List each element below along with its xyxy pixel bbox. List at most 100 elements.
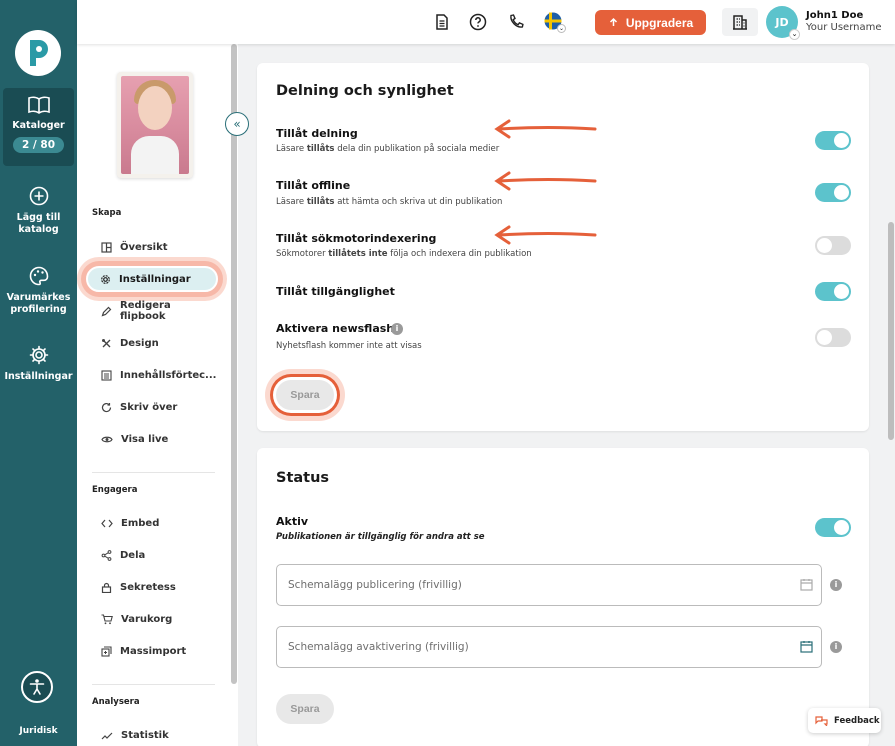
- avatar-initials: JD: [775, 15, 789, 29]
- nav-item-overview[interactable]: Översikt: [89, 234, 215, 260]
- rail-item-catalogs[interactable]: Kataloger 2 / 80: [3, 88, 74, 166]
- rail-item-label: Inställningar: [4, 371, 73, 382]
- building-icon: [733, 15, 747, 30]
- upgrade-button[interactable]: Uppgradera: [595, 10, 706, 35]
- status-title: Status: [276, 470, 330, 486]
- calendar-icon[interactable]: [800, 640, 813, 653]
- rail-item-label: Kataloger: [12, 120, 65, 131]
- allow-offline-toggle[interactable]: [815, 183, 851, 202]
- sidebar-scrollbar[interactable]: [231, 44, 237, 684]
- nav-item-design[interactable]: Design: [89, 330, 215, 356]
- newsflash-description: Nyhetsflash kommer inte att visas: [276, 341, 422, 351]
- section-title-engage: Engagera: [92, 485, 138, 495]
- calendar-icon[interactable]: [800, 578, 813, 591]
- phone-icon[interactable]: [507, 13, 525, 31]
- nav-item-bulk-import[interactable]: Massimport: [89, 638, 215, 664]
- upgrade-label: Uppgradera: [625, 15, 694, 30]
- info-icon[interactable]: i: [830, 579, 842, 591]
- share-icon: [101, 549, 112, 561]
- user-info[interactable]: John1 Doe Your Username: [806, 10, 882, 33]
- allow-accessibility-toggle[interactable]: [815, 282, 851, 301]
- gear-icon: [29, 345, 48, 365]
- nav-item-cart[interactable]: Varukorg: [89, 606, 215, 632]
- sweden-flag-icon[interactable]: ⌄: [544, 12, 566, 33]
- legal-link[interactable]: Juridisk: [0, 726, 77, 736]
- publication-cover-thumbnail[interactable]: [117, 72, 193, 178]
- cover-image: [121, 76, 189, 174]
- collapse-sidebar-button[interactable]: «: [225, 112, 249, 136]
- refresh-icon: [101, 402, 112, 412]
- eye-icon: [101, 436, 113, 442]
- help-icon[interactable]: [469, 13, 487, 31]
- allow-indexing-title: Tillåt sökmotorindexering: [276, 232, 437, 245]
- arrow-up-circle-icon: [609, 17, 617, 26]
- info-icon[interactable]: i: [830, 641, 842, 653]
- main-scrollbar[interactable]: [888, 222, 894, 440]
- sharing-save-button[interactable]: Spara: [276, 380, 334, 410]
- import-icon: [101, 645, 112, 657]
- plus-circle-icon: [29, 186, 48, 206]
- annotation-arrow-icon: [494, 171, 597, 191]
- feedback-icon: [815, 716, 828, 726]
- allow-indexing-toggle[interactable]: [815, 236, 851, 255]
- feedback-button[interactable]: Feedback: [808, 708, 881, 733]
- nav-item-share[interactable]: Dela: [89, 542, 215, 568]
- avatar[interactable]: JD ⌄: [766, 6, 800, 40]
- user-name: John1 Doe: [806, 10, 864, 21]
- main-content: Delning och synlighet Tillåt delning Läs…: [238, 44, 895, 746]
- divider: [92, 684, 215, 685]
- schedule-publish-placeholder: Schemalägg publicering (frivillig): [288, 579, 462, 591]
- info-icon[interactable]: i: [391, 323, 403, 335]
- pencil-icon: [101, 306, 112, 316]
- nav-item-table-of-contents[interactable]: Innehållsförtec...: [89, 362, 216, 388]
- status-card: Status Aktiv Publikationen är tillgängli…: [257, 448, 869, 746]
- allow-offline-title: Tillåt offline: [276, 179, 351, 192]
- rail-item-label: katalog: [18, 224, 59, 235]
- nav-item-view-live[interactable]: Visa live: [89, 426, 215, 452]
- book-icon: [27, 96, 50, 114]
- active-title: Aktiv: [276, 515, 309, 528]
- status-save-button[interactable]: Spara: [276, 694, 334, 724]
- nav-item-replace[interactable]: Skriv över: [89, 394, 215, 420]
- nav-item-privacy[interactable]: Sekretess: [89, 574, 215, 600]
- layout-icon: [101, 241, 112, 253]
- divider: [92, 472, 215, 473]
- sharing-visibility-card: Delning och synlighet Tillåt delning Läs…: [257, 63, 869, 431]
- user-username: Your Username: [806, 22, 882, 33]
- allow-sharing-title: Tillåt delning: [276, 127, 358, 140]
- newsflash-toggle[interactable]: [815, 328, 851, 347]
- schedule-deactivate-input[interactable]: Schemalägg avaktivering (frivillig): [276, 626, 822, 668]
- rail-item-add-catalog[interactable]: Lägg till katalog: [0, 186, 77, 236]
- allow-sharing-toggle[interactable]: [815, 131, 851, 150]
- active-toggle[interactable]: [815, 518, 851, 537]
- lock-icon: [101, 582, 112, 593]
- allow-sharing-description: Läsare tillåts dela din publikation på s…: [276, 144, 500, 154]
- top-bar: ⌄ Uppgradera JD ⌄ John1 Doe Your Usernam…: [77, 0, 895, 44]
- nav-item-edit-flipbook[interactable]: Redigera flipbook: [89, 298, 215, 324]
- section-title-create: Skapa: [92, 208, 122, 218]
- annotation-arrow-icon: [494, 119, 597, 139]
- code-icon: [101, 519, 113, 527]
- document-icon[interactable]: [433, 13, 451, 31]
- nav-item-statistics[interactable]: Statistik: [89, 722, 215, 746]
- app-logo[interactable]: [15, 30, 61, 76]
- rail-item-settings[interactable]: Inställningar: [0, 345, 77, 383]
- cart-icon: [101, 613, 113, 624]
- active-description: Publikationen är tillgänglig för andra a…: [276, 532, 485, 542]
- annotation-arrow-icon: [494, 225, 597, 245]
- accessibility-button[interactable]: [21, 671, 53, 703]
- schedule-publish-input[interactable]: Schemalägg publicering (frivillig): [276, 564, 822, 606]
- allow-accessibility-title: Tillåt tillgänglighet: [276, 285, 395, 298]
- chevron-down-icon: ⌄: [557, 24, 566, 33]
- app-rail: Kataloger 2 / 80 Lägg till katalog Varum…: [0, 0, 77, 746]
- allow-indexing-description: Sökmotorer tillåtets inte följa och inde…: [276, 249, 532, 259]
- accessibility-icon: [29, 679, 45, 695]
- schedule-deactivate-placeholder: Schemalägg avaktivering (frivillig): [288, 641, 469, 653]
- organization-button[interactable]: [722, 8, 758, 36]
- nav-item-settings[interactable]: Inställningar: [86, 266, 218, 292]
- section-title-analyze: Analysera: [92, 697, 140, 707]
- rail-item-branding[interactable]: Varumärkes profilering: [0, 266, 77, 316]
- chart-line-icon: [101, 732, 113, 739]
- rail-item-label: profilering: [10, 304, 67, 315]
- nav-item-embed[interactable]: Embed: [89, 510, 215, 536]
